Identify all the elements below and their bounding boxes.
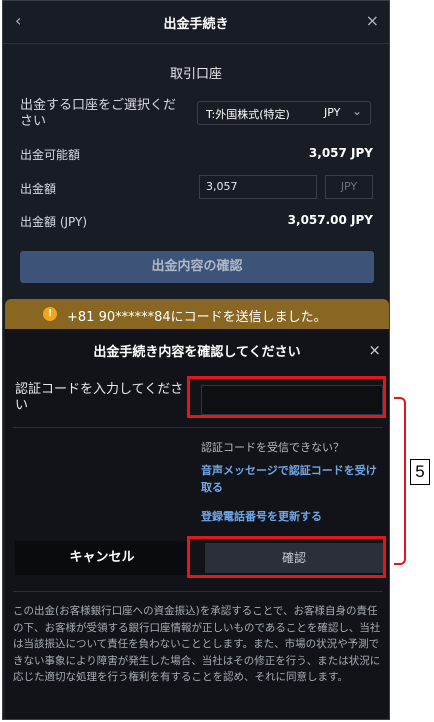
section-title: 取引口座 bbox=[169, 67, 222, 82]
highlight-code-input bbox=[187, 376, 386, 418]
warning-icon: ! bbox=[43, 307, 57, 321]
selected-account: T:外国株式(特定) bbox=[206, 108, 290, 121]
account-select[interactable]: T:外国株式(特定) JPY ⌄ bbox=[197, 101, 371, 125]
highlight-confirm-button bbox=[187, 536, 386, 578]
amount-input[interactable]: 3,057 bbox=[199, 175, 317, 199]
available-label: 出金可能額 bbox=[20, 148, 81, 162]
callout-number: 5 bbox=[410, 459, 430, 485]
code-label: 認証コードを入力してください bbox=[15, 382, 184, 413]
chevron-down-icon: ⌄ bbox=[351, 104, 362, 118]
confirm-withdrawal-button[interactable]: 出金内容の確認 bbox=[20, 251, 374, 283]
no-code-text: 認証コードを受信できない？ bbox=[201, 441, 344, 454]
annotation-bracket bbox=[394, 397, 406, 565]
update-phone-link[interactable]: 登録電話番号を更新する bbox=[201, 508, 322, 524]
header-bar: ‹ 出金手続き × bbox=[3, 1, 389, 44]
withdrawal-panel: ‹ 出金手続き × 取引口座 出金する口座をご選択ください T:外国株式(特定)… bbox=[2, 0, 390, 720]
toast-message: +81 90******84にコードを送信しました。 bbox=[67, 310, 327, 325]
amount-jpy-value: 3,057.00 JPY bbox=[287, 213, 373, 227]
close-icon[interactable]: × bbox=[368, 341, 381, 359]
divider bbox=[13, 427, 383, 428]
account-select-label: 出金する口座をご選択ください bbox=[20, 98, 177, 129]
amount-currency: JPY bbox=[325, 175, 373, 199]
modal-title: 出金手続き内容を確認してください bbox=[93, 345, 301, 360]
disclaimer-text: この出金(お客様銀行口座への資金振込)を承認することで、お客様自身の責任の下、お… bbox=[13, 605, 381, 683]
voice-message-link[interactable]: 音声メッセージで認証コードを受け取る bbox=[201, 462, 381, 496]
close-icon[interactable]: × bbox=[366, 11, 379, 30]
divider bbox=[13, 591, 383, 592]
available-value: 3,057 JPY bbox=[308, 146, 373, 160]
cancel-button[interactable]: キャンセル bbox=[15, 541, 189, 575]
page-title: 出金手続き bbox=[163, 17, 229, 32]
selected-currency: JPY bbox=[324, 106, 341, 119]
amount-jpy-label: 出金額 (JPY) bbox=[20, 215, 88, 229]
toast-notification: ! +81 90******84にコードを送信しました。 bbox=[5, 299, 389, 329]
amount-label: 出金額 bbox=[20, 182, 57, 196]
